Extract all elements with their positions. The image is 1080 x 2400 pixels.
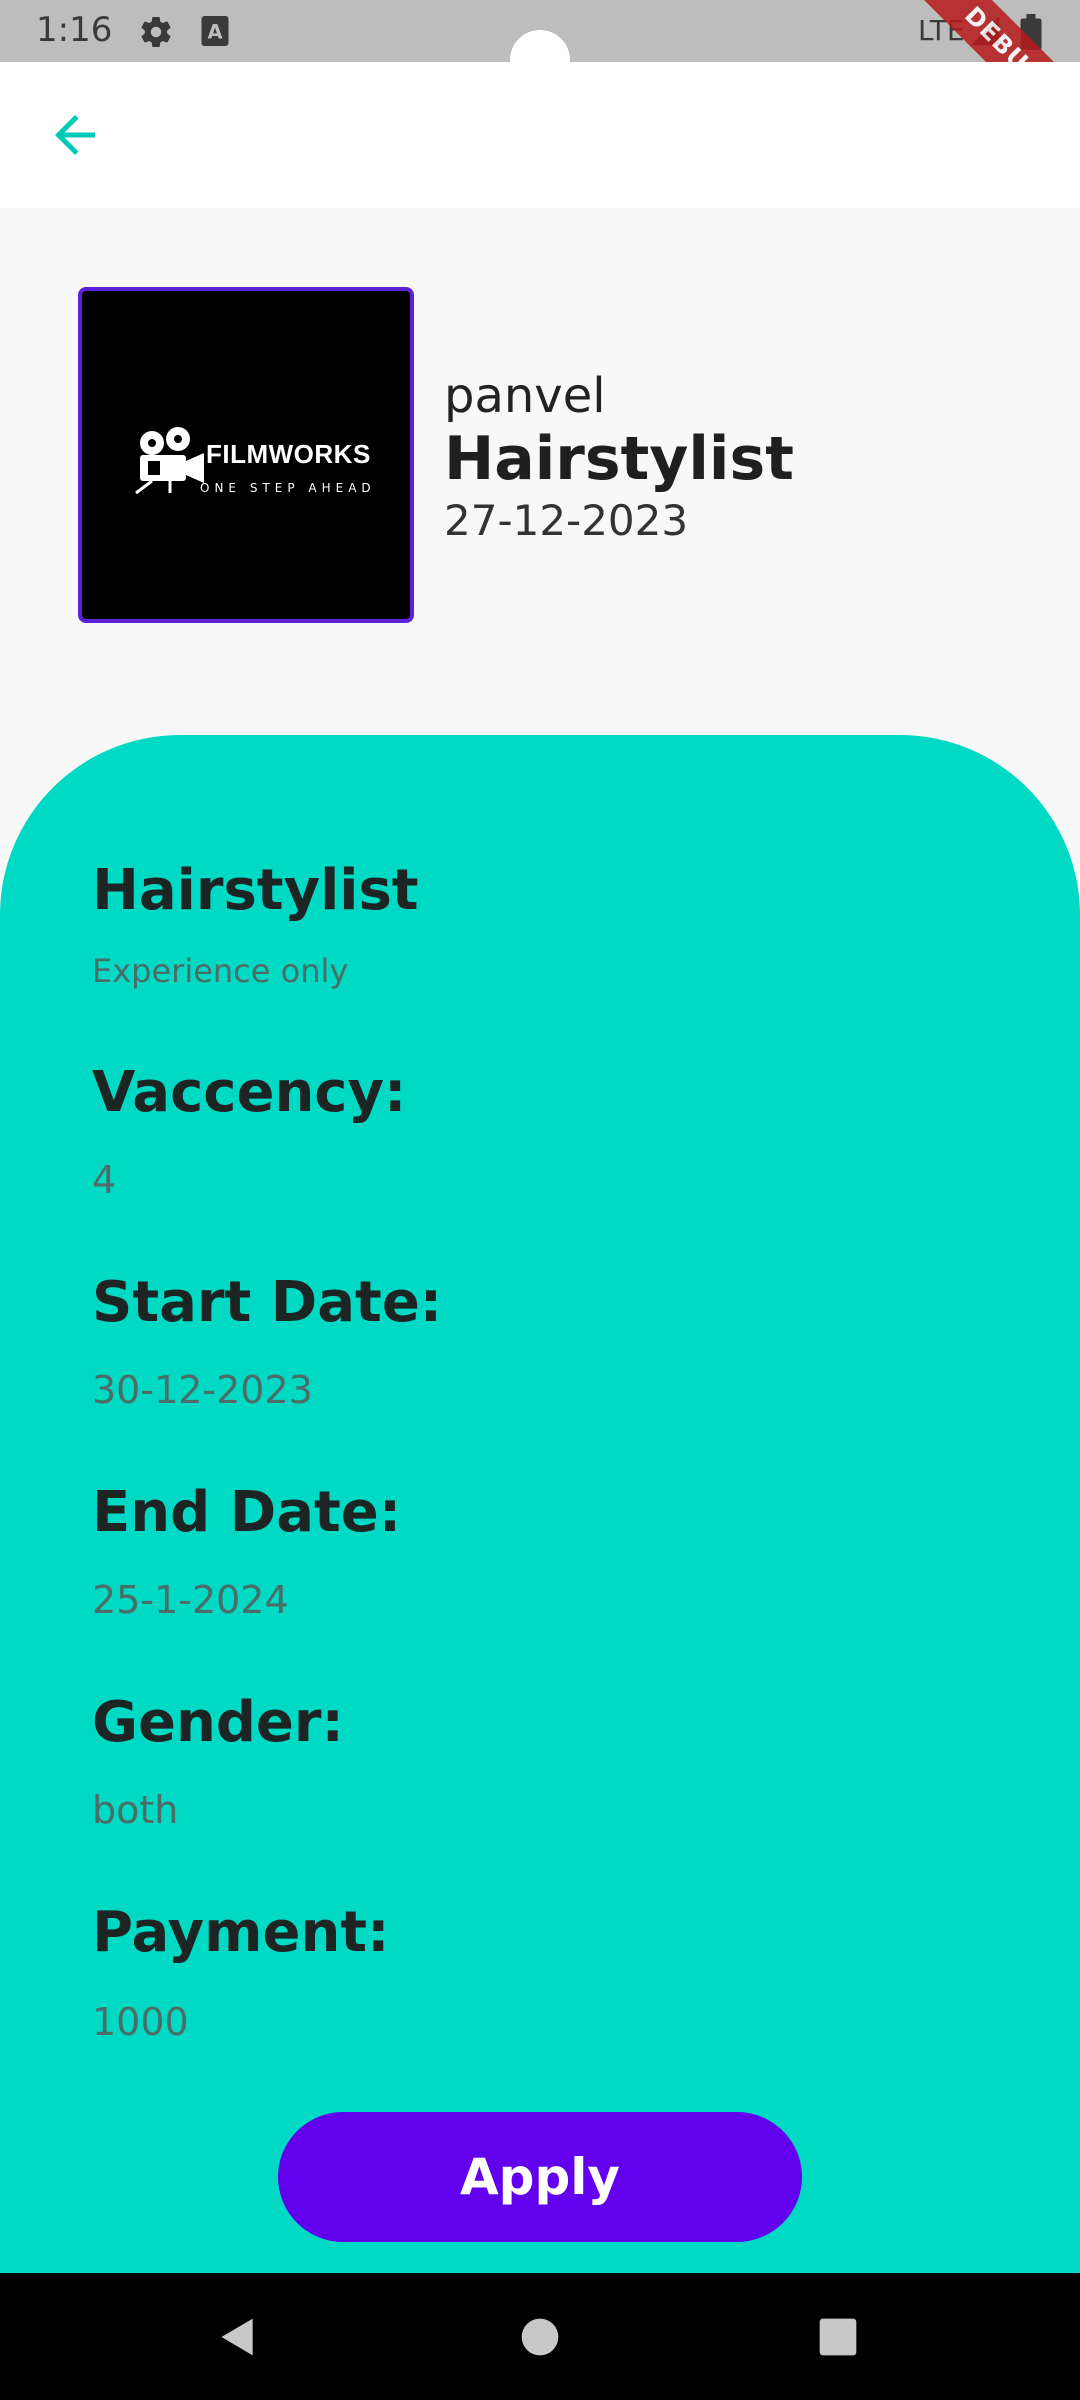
logo-tagline: ONE STEP AHEAD	[200, 481, 376, 495]
app-bar	[0, 62, 1080, 208]
end-date-label: End Date:	[92, 1480, 402, 1545]
start-date-value: 30-12-2023	[92, 1368, 313, 1412]
payment-value: 1000	[92, 2000, 189, 2044]
gender-value: both	[92, 1788, 179, 1832]
nav-back-button[interactable]	[178, 2273, 298, 2400]
end-date-value: 25-1-2024	[92, 1578, 289, 1622]
status-time: 1:16	[36, 10, 113, 50]
system-nav-bar	[0, 2273, 1080, 2400]
settings-icon	[138, 14, 174, 55]
status-bar: 1:16 A LTE DEBUG	[0, 0, 1080, 170]
apply-button[interactable]: Apply	[278, 2112, 802, 2242]
job-title-header: Hairstylist	[444, 424, 794, 494]
nav-recents-button[interactable]	[778, 2273, 898, 2400]
start-date-label: Start Date:	[92, 1270, 443, 1335]
keyboard-a-icon: A	[200, 14, 230, 53]
payment-label: Payment:	[92, 1900, 390, 1965]
job-location: panvel	[444, 368, 606, 424]
vacancy-label: Vaccency:	[92, 1060, 407, 1125]
detail-job-title: Hairstylist	[92, 858, 419, 923]
nav-home-button[interactable]	[480, 2273, 600, 2400]
back-button[interactable]	[30, 100, 120, 170]
svg-text:A: A	[207, 21, 222, 44]
detail-job-note: Experience only	[92, 952, 349, 990]
company-logo: FILMWORKS ONE STEP AHEAD	[78, 287, 414, 623]
logo-mark: FILMWORKS ONE STEP AHEAD	[134, 423, 374, 503]
logo-title: FILMWORKS	[206, 439, 371, 469]
arrow-left-icon	[55, 115, 95, 155]
recents-square-icon	[819, 2318, 857, 2355]
back-triangle-icon	[221, 2318, 253, 2355]
film-camera-icon	[135, 427, 204, 495]
gender-label: Gender:	[92, 1690, 344, 1755]
vacancy-value: 4	[92, 1158, 117, 1202]
posted-date: 27-12-2023	[444, 496, 689, 545]
home-circle-icon	[521, 2318, 559, 2355]
